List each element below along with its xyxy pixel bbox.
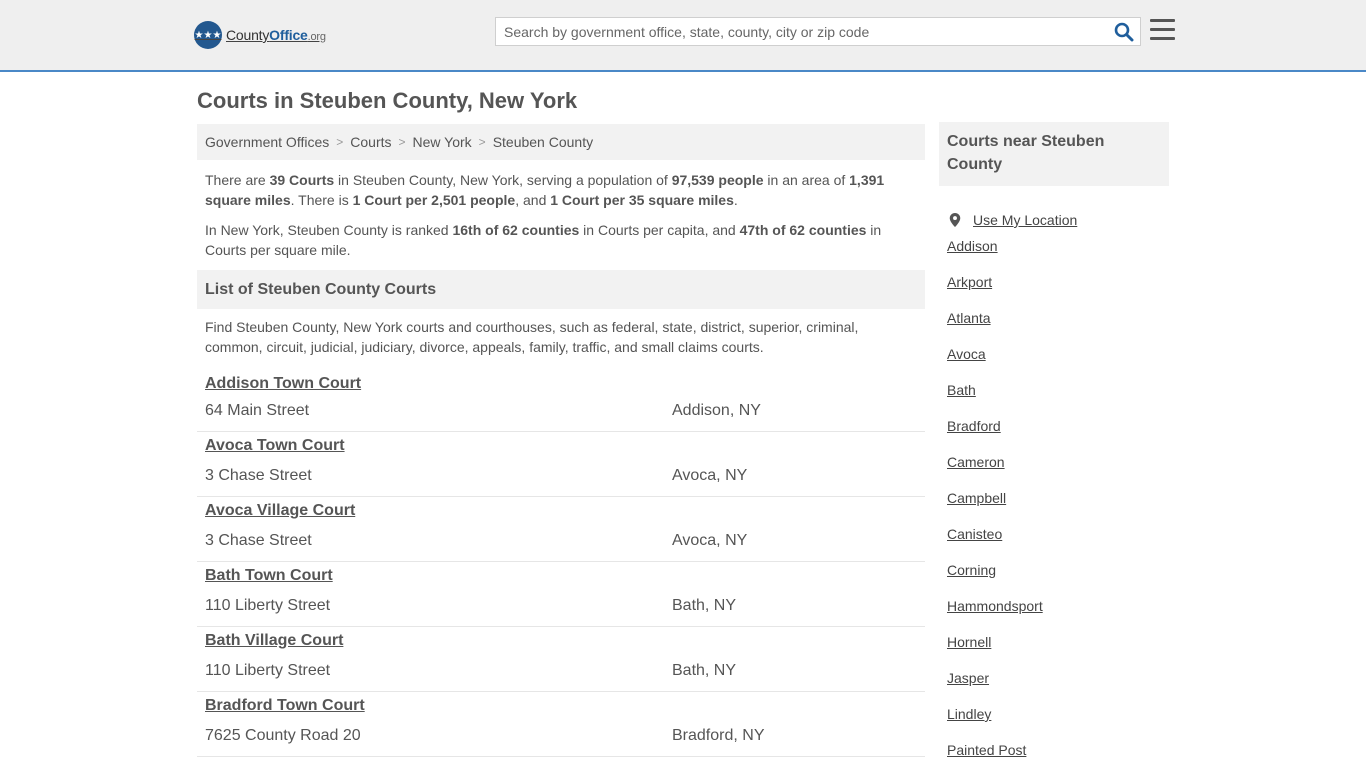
search-input[interactable] (496, 18, 1106, 45)
court-city: Addison, NY (672, 402, 761, 419)
use-my-location-link[interactable]: Use My Location (973, 212, 1077, 228)
nearby-list: Use My Location Addison Arkport Atlanta … (939, 202, 1169, 778)
breadcrumb-current: Steuben County (492, 134, 594, 150)
nearby-link[interactable]: Atlanta (947, 310, 991, 326)
court-name-link[interactable]: Bath Village Court (205, 627, 917, 650)
nearby-item: Bradford (947, 418, 1161, 454)
nearby-item: Campbell (947, 490, 1161, 526)
nearby-link[interactable]: Painted Post (947, 742, 1026, 758)
nearby-link[interactable]: Lindley (947, 706, 991, 722)
court-row: Bath Town Court 110 Liberty Street Bath,… (197, 562, 925, 627)
nearby-item: Arkport (947, 274, 1161, 310)
court-city: Bradford, NY (672, 727, 765, 744)
breadcrumb: Government Offices > Courts > New York >… (197, 124, 925, 160)
intro-paragraph-stats: There are 39 Courts in Steuben County, N… (205, 172, 885, 208)
court-address: 3 Chase Street (205, 532, 312, 549)
map-pin-icon (949, 213, 961, 227)
chevron-right-icon: > (478, 135, 486, 149)
nearby-item: Atlanta (947, 310, 1161, 346)
court-address: 110 Liberty Street (205, 597, 331, 614)
chevron-right-icon: > (398, 135, 406, 149)
nearby-link[interactable]: Cameron (947, 454, 1005, 470)
court-address: 3 Chase Street (205, 467, 312, 484)
court-name-link[interactable]: Addison Town Court (205, 375, 917, 393)
site-logo[interactable]: ★★★ CountyOffice.org (194, 21, 326, 49)
search-box (495, 17, 1141, 46)
chevron-right-icon: > (336, 135, 344, 149)
breadcrumb-courts[interactable]: Courts (350, 134, 391, 150)
nearby-link[interactable]: Bath (947, 382, 976, 398)
nearby-link[interactable]: Bradford (947, 418, 1001, 434)
court-row: Avoca Village Court 3 Chase Street Avoca… (197, 497, 925, 562)
court-row: Addison Town Court 64 Main Street Addiso… (197, 375, 925, 432)
logo-text: CountyOffice.org (226, 27, 326, 43)
nearby-link[interactable]: Campbell (947, 490, 1006, 506)
search-icon[interactable] (1114, 22, 1134, 42)
nearby-item: Bath (947, 382, 1161, 418)
nearby-link[interactable]: Arkport (947, 274, 992, 290)
sidebar-heading: Courts near Steuben County (939, 122, 1169, 186)
court-row: Avoca Town Court 3 Chase Street Avoca, N… (197, 432, 925, 497)
court-name-link[interactable]: Bath Town Court (205, 562, 917, 585)
court-address: 110 Liberty Street (205, 662, 331, 679)
court-city: Bath, NY (672, 597, 737, 614)
nearby-item: Cameron (947, 454, 1161, 490)
flag-seal-icon: ★★★ (194, 21, 222, 49)
breadcrumb-government-offices[interactable]: Government Offices (205, 134, 329, 150)
court-name-link[interactable]: Avoca Town Court (205, 432, 917, 455)
court-list: Addison Town Court 64 Main Street Addiso… (197, 375, 925, 757)
nearby-item: Hammondsport (947, 598, 1161, 634)
nearby-item: Avoca (947, 346, 1161, 382)
court-name-link[interactable]: Avoca Village Court (205, 497, 917, 520)
intro-paragraph-ranking: In New York, Steuben County is ranked 16… (205, 222, 882, 258)
nearby-item: Lindley (947, 706, 1161, 742)
court-city: Avoca, NY (672, 532, 748, 549)
page-title: Courts in Steuben County, New York (197, 88, 578, 113)
court-address: 64 Main Street (205, 402, 310, 419)
breadcrumb-new-york[interactable]: New York (413, 134, 472, 150)
hamburger-menu-icon[interactable] (1150, 19, 1175, 41)
list-description: Find Steuben County, New York courts and… (205, 319, 859, 355)
nearby-link[interactable]: Hornell (947, 634, 991, 650)
court-city: Avoca, NY (672, 467, 748, 484)
nearby-link[interactable]: Corning (947, 562, 996, 578)
nearby-link[interactable]: Avoca (947, 346, 986, 362)
nearby-item: Addison (947, 238, 1161, 274)
sidebar: Courts near Steuben County Use My Locati… (939, 122, 1169, 778)
nearby-link[interactable]: Jasper (947, 670, 989, 686)
nearby-link[interactable]: Hammondsport (947, 598, 1043, 614)
top-bar: ★★★ CountyOffice.org (0, 0, 1366, 72)
court-row: Bradford Town Court 7625 County Road 20 … (197, 692, 925, 757)
use-location-item: Use My Location (947, 202, 1161, 238)
nearby-link[interactable]: Canisteo (947, 526, 1002, 542)
nearby-item: Canisteo (947, 526, 1161, 562)
nearby-link[interactable]: Addison (947, 238, 998, 254)
court-row: Bath Village Court 110 Liberty Street Ba… (197, 627, 925, 692)
nearby-item: Painted Post (947, 742, 1161, 778)
nearby-item: Hornell (947, 634, 1161, 670)
court-city: Bath, NY (672, 662, 737, 679)
list-heading: List of Steuben County Courts (197, 270, 925, 309)
intro-text: There are 39 Courts in Steuben County, N… (197, 160, 925, 260)
main-content: Government Offices > Courts > New York >… (197, 124, 925, 757)
nearby-item: Corning (947, 562, 1161, 598)
court-address: 7625 County Road 20 (205, 727, 361, 744)
nearby-item: Jasper (947, 670, 1161, 706)
court-name-link[interactable]: Bradford Town Court (205, 692, 917, 715)
